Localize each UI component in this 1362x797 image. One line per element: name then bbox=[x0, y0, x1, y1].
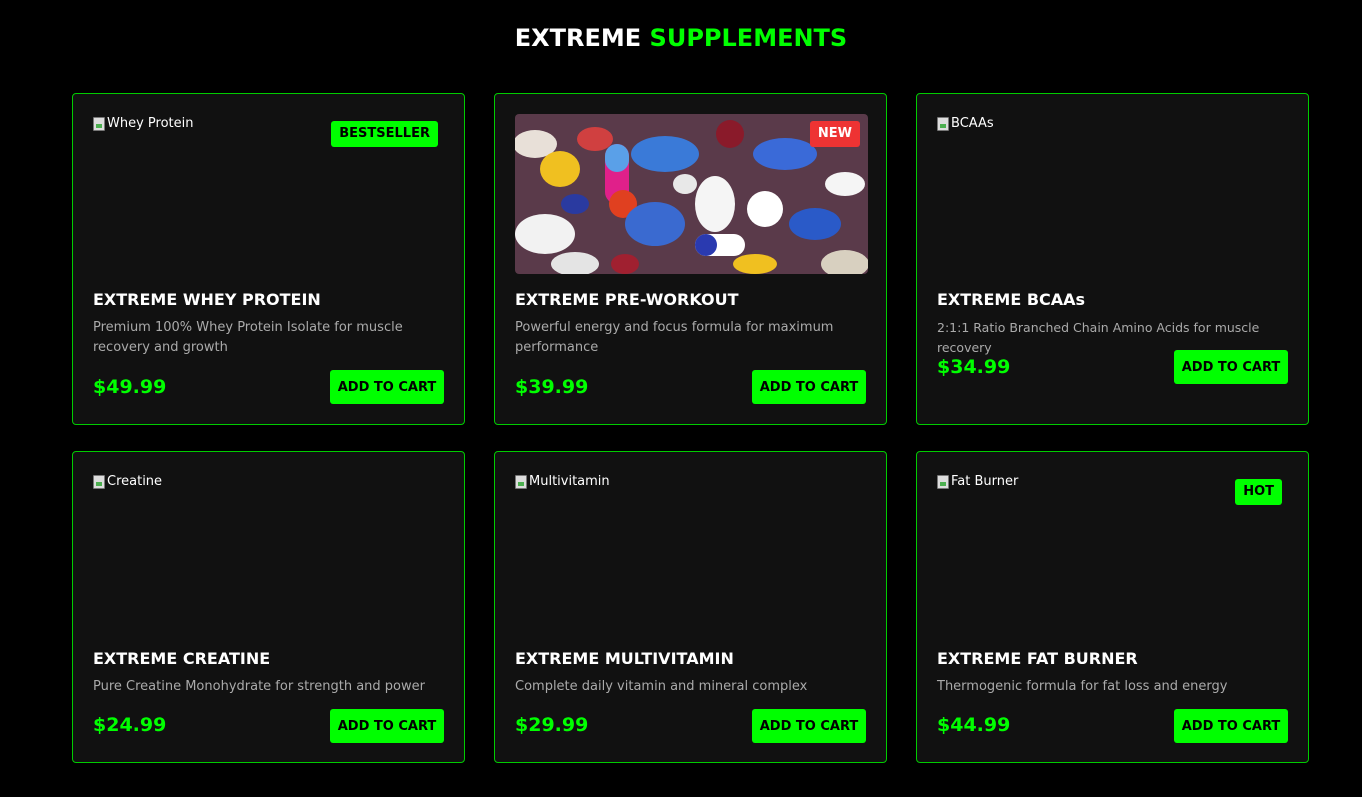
product-price: $39.99 bbox=[515, 376, 589, 398]
product-card-bcaas: BCAAs EXTREME BCAAs 2:1:1 Ratio Branched… bbox=[916, 93, 1309, 425]
page-title: EXTREME SUPPLEMENTS bbox=[0, 24, 1362, 52]
product-name: EXTREME FAT BURNER bbox=[937, 649, 1138, 668]
product-card-pre-workout: NEW EXTREME PRE-WORKOUT Powerful energy … bbox=[494, 93, 887, 425]
add-to-cart-button[interactable]: ADD TO CART bbox=[1174, 350, 1288, 384]
add-to-cart-button[interactable]: ADD TO CART bbox=[752, 709, 866, 743]
broken-image-icon bbox=[937, 116, 949, 131]
title-accent: SUPPLEMENTS bbox=[649, 24, 848, 52]
product-image: Whey Protein bbox=[93, 116, 194, 131]
product-image: BCAAs bbox=[937, 116, 994, 131]
product-description: Powerful energy and focus formula for ma… bbox=[515, 320, 834, 355]
image-alt-text: Whey Protein bbox=[107, 116, 194, 131]
product-price: $29.99 bbox=[515, 714, 589, 736]
product-description: Pure Creatine Monohydrate for strength a… bbox=[93, 679, 425, 694]
add-to-cart-button[interactable]: ADD TO CART bbox=[330, 709, 444, 743]
product-image: Creatine bbox=[93, 474, 162, 489]
product-card-multivitamin: Multivitamin EXTREME MULTIVITAMIN Comple… bbox=[494, 451, 887, 763]
add-to-cart-button[interactable]: ADD TO CART bbox=[330, 370, 444, 404]
product-description: Complete daily vitamin and mineral compl… bbox=[515, 679, 808, 694]
product-name: EXTREME MULTIVITAMIN bbox=[515, 649, 734, 668]
product-card-fat-burner: Fat Burner HOT EXTREME FAT BURNER Thermo… bbox=[916, 451, 1309, 763]
product-card-creatine: Creatine EXTREME CREATINE Pure Creatine … bbox=[72, 451, 465, 763]
product-name: EXTREME PRE-WORKOUT bbox=[515, 290, 739, 309]
product-price: $44.99 bbox=[937, 714, 1011, 736]
product-price: $34.99 bbox=[937, 356, 1011, 378]
title-main: EXTREME bbox=[514, 24, 642, 52]
badge-new: NEW bbox=[809, 121, 860, 147]
add-to-cart-button[interactable]: ADD TO CART bbox=[1174, 709, 1288, 743]
badge-hot: HOT bbox=[1235, 479, 1282, 505]
add-to-cart-button[interactable]: ADD TO CART bbox=[752, 370, 866, 404]
broken-image-icon bbox=[93, 474, 105, 489]
product-name: EXTREME BCAAs bbox=[937, 290, 1086, 309]
broken-image-icon bbox=[515, 474, 527, 489]
image-alt-text: BCAAs bbox=[951, 116, 994, 131]
image-alt-text: Fat Burner bbox=[951, 474, 1019, 489]
badge-bestseller: BESTSELLER bbox=[331, 121, 438, 147]
product-price: $24.99 bbox=[93, 714, 167, 736]
product-name: EXTREME WHEY PROTEIN bbox=[93, 290, 321, 309]
product-description: Thermogenic formula for fat loss and ene… bbox=[937, 679, 1228, 694]
product-card-whey-protein: Whey Protein BESTSELLER EXTREME WHEY PRO… bbox=[72, 93, 465, 425]
broken-image-icon bbox=[937, 474, 949, 489]
product-price: $49.99 bbox=[93, 376, 167, 398]
image-alt-text: Multivitamin bbox=[529, 474, 610, 489]
image-alt-text: Creatine bbox=[107, 474, 163, 489]
product-description: Premium 100% Whey Protein Isolate for mu… bbox=[93, 320, 403, 355]
product-name: EXTREME CREATINE bbox=[93, 649, 271, 668]
broken-image-icon bbox=[93, 116, 105, 131]
product-image: Multivitamin bbox=[515, 474, 610, 489]
product-image: Fat Burner bbox=[937, 474, 1018, 489]
